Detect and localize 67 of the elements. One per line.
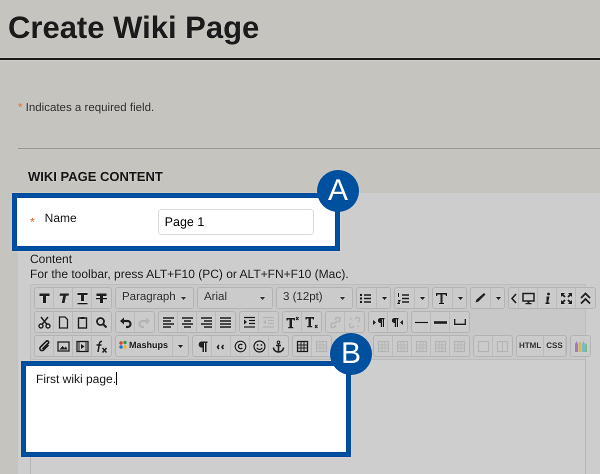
smiley-icon [252, 340, 266, 352]
right-to-left-icon [391, 316, 404, 328]
toolbar-button[interactable]: HTML [517, 336, 544, 356]
double-chevron-up-icon [579, 292, 592, 304]
copyright-icon [234, 340, 247, 352]
italic-icon [56, 292, 70, 304]
pilcrow-icon [196, 340, 209, 352]
strikethrough-icon [95, 292, 108, 304]
justify-icon [219, 316, 232, 328]
expand-icon [560, 292, 572, 304]
editor-text: First wiki page. [36, 372, 116, 386]
caret-icon [495, 296, 502, 300]
subscript-icon [305, 316, 318, 328]
callout-badge: A [317, 170, 359, 212]
clipboard-icon [76, 316, 88, 328]
field-label: Name [44, 210, 78, 226]
text-cursor [116, 372, 118, 385]
image-icon [56, 340, 70, 352]
table-icon [296, 340, 309, 352]
toolbar-select[interactable]: Paragraph [116, 288, 193, 308]
media-icon [76, 340, 88, 352]
chevron-left-icon [510, 292, 517, 304]
underline-icon [76, 292, 88, 304]
required-field-note: * Indicates a required field. [18, 101, 156, 116]
caret-icon [419, 296, 426, 300]
section-title: WIKI PAGE CONTENT [27, 168, 164, 185]
caret-icon [259, 296, 266, 300]
undo-icon [118, 316, 132, 328]
search-icon [95, 316, 108, 328]
indent-icon [242, 316, 256, 328]
content-label: Content [30, 252, 74, 267]
paperclip-icon [38, 340, 50, 352]
pen-icon [473, 292, 486, 304]
left-to-right-icon [372, 316, 384, 328]
page-icon [56, 316, 70, 328]
align-center-icon [180, 316, 194, 328]
text-color-icon [435, 292, 448, 304]
toolbar-button[interactable] [431, 312, 450, 332]
crayons-icon [574, 340, 587, 352]
bullet-list-icon [359, 292, 372, 304]
caret-icon [339, 296, 346, 300]
caret-icon [180, 296, 187, 300]
toolbar-hint: For the toolbar, press ALT+F10 (PC) or ALT+FN+F10 (Mac). [30, 267, 350, 282]
table-grid-icon [315, 340, 328, 352]
page-title: Create Wiki Page [0, 0, 600, 60]
superscript-icon [286, 316, 298, 328]
numbered-list-icon [397, 292, 410, 304]
toolbar-dropdown[interactable]: Mashups [116, 336, 188, 356]
toolbar-button[interactable]: CSS [544, 336, 566, 356]
space-icon [454, 319, 466, 325]
toolbar-button[interactable] [509, 288, 519, 308]
anchor-icon [272, 340, 286, 352]
name-field[interactable]: Page 1 [158, 209, 314, 235]
redo-icon [138, 316, 151, 328]
align-right-icon [200, 316, 212, 328]
toolbar-select[interactable]: 3 (12pt) [277, 288, 352, 308]
scissors-icon [38, 316, 50, 328]
caret-icon [457, 296, 464, 300]
function-icon [95, 340, 108, 352]
caret-icon [177, 344, 184, 348]
required-mark: * [30, 214, 35, 231]
monitor-icon [522, 292, 534, 304]
toolbar-button[interactable] [412, 312, 431, 332]
align-left-icon [162, 316, 174, 328]
caret-icon [381, 296, 388, 300]
toolbar-select[interactable]: Arial [198, 288, 272, 308]
bold-icon [38, 292, 50, 304]
